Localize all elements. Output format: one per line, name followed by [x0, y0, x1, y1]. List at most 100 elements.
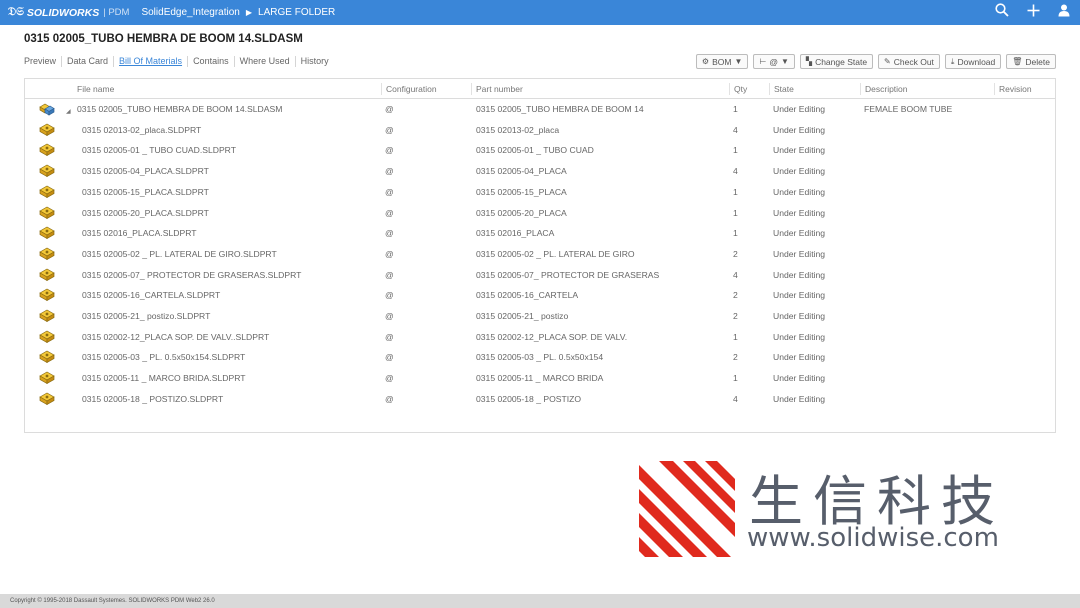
- file-name-cell[interactable]: 0315 02005-20_PLACA.SLDPRT: [82, 208, 209, 218]
- file-name-cell[interactable]: 0315 02005-11 _ MARCO BRIDA.SLDPRT: [82, 373, 246, 383]
- download-button[interactable]: ⤓ Download: [944, 54, 1002, 69]
- collapse-arrow-icon[interactable]: ◢: [66, 108, 71, 115]
- table-row[interactable]: 0315 02005-20_PLACA.SLDPRT @0315 02005-20…: [25, 203, 1055, 224]
- check-out-button[interactable]: ✎ Check Out: [878, 54, 940, 69]
- table-row[interactable]: 0315 02005-07_ PROTECTOR DE GRASERAS.SLD…: [25, 265, 1055, 286]
- part-number-cell: 0315 02005-18 _ POSTIZO: [476, 393, 582, 404]
- column-header-state[interactable]: State: [769, 83, 859, 95]
- file-name-cell[interactable]: 0315 02005-03 _ PL. 0.5x50x154.SLDPRT: [82, 352, 245, 362]
- file-name-cell[interactable]: 0315 02005-18 _ POSTIZO.SLDPRT: [82, 394, 223, 404]
- action-toolbar: ⚙ BOM ▼ ⊢ @ ▼ ▚ Change State ✎ Check Out…: [695, 54, 1056, 69]
- user-icon[interactable]: [1058, 4, 1070, 17]
- part-file-icon: [39, 226, 55, 241]
- solidwise-logo-icon: [639, 461, 735, 557]
- table-row[interactable]: 0315 02005-04_PLACA.SLDPRT @0315 02005-04…: [25, 161, 1055, 182]
- table-row[interactable]: 0315 02002-12_PLACA SOP. DE VALV..SLDPRT…: [25, 327, 1055, 348]
- page-title: 0315 02005_TUBO HEMBRA DE BOOM 14.SLDASM: [24, 33, 303, 45]
- gear-icon: ⚙: [701, 57, 710, 66]
- solidworks-logo[interactable]: 𝔇𝔖 SOLIDWORKS | PDM: [0, 6, 129, 19]
- part-number-cell: 0315 02016_PLACA: [476, 228, 555, 239]
- table-row[interactable]: 0315 02005-11 _ MARCO BRIDA.SLDPRT @0315 …: [25, 368, 1055, 389]
- column-header-description[interactable]: Description: [860, 83, 994, 95]
- file-name-cell[interactable]: 0315 02005-16_CARTELA.SLDPRT: [82, 290, 220, 300]
- table-row[interactable]: ◢ 0315 02005_TUBO HEMBRA DE BOOM 14.SLDAS…: [25, 99, 1055, 120]
- part-file-icon: [39, 392, 55, 407]
- configuration-cell: @: [385, 311, 394, 321]
- table-row[interactable]: 0315 02005-01 _ TUBO CUAD.SLDPRT @0315 02…: [25, 140, 1055, 161]
- table-row[interactable]: 0315 02005-15_PLACA.SLDPRT @0315 02005-15…: [25, 182, 1055, 203]
- delete-label: Delete: [1025, 56, 1050, 67]
- table-row[interactable]: 0315 02005-03 _ PL. 0.5x50x154.SLDPRT @03…: [25, 347, 1055, 368]
- tab-preview[interactable]: Preview: [24, 56, 63, 67]
- table-row[interactable]: 0315 02005-02 _ PL. LATERAL DE GIRO.SLDP…: [25, 244, 1055, 265]
- column-header-configuration[interactable]: Configuration: [381, 83, 465, 95]
- column-header-qty[interactable]: Qty: [729, 83, 769, 95]
- breadcrumb-item-vault[interactable]: SolidEdge_Integration: [141, 7, 239, 18]
- state-cell: Under Editing: [773, 186, 826, 197]
- file-name-cell[interactable]: 0315 02016_PLACA.SLDPRT: [82, 228, 197, 238]
- file-name-cell[interactable]: 0315 02005-02 _ PL. LATERAL DE GIRO.SLDP…: [82, 249, 277, 259]
- part-file-icon: [39, 268, 55, 283]
- part-file-icon: [39, 143, 55, 158]
- change-state-button[interactable]: ▚ Change State: [799, 54, 874, 69]
- top-icons: [995, 3, 1070, 17]
- qty-cell: 1: [733, 207, 738, 218]
- column-header-file-name[interactable]: File name: [73, 83, 375, 95]
- pencil-icon: ✎: [884, 57, 891, 66]
- tab-contains[interactable]: Contains: [188, 56, 235, 67]
- tab-where-used[interactable]: Where Used: [235, 56, 296, 67]
- part-file-icon: [39, 330, 55, 345]
- table-row[interactable]: 0315 02005-18 _ POSTIZO.SLDPRT @0315 0200…: [25, 389, 1055, 410]
- qty-cell: 1: [733, 186, 738, 197]
- part-file-icon: [39, 185, 55, 200]
- top-bar: 𝔇𝔖 SOLIDWORKS | PDM SolidEdge_Integratio…: [0, 0, 1080, 25]
- file-name-cell[interactable]: 0315 02002-12_PLACA SOP. DE VALV..SLDPRT: [82, 332, 269, 342]
- file-name-cell[interactable]: 0315 02005-21_ postizo.SLDPRT: [82, 311, 210, 321]
- configuration-cell: @: [385, 228, 394, 239]
- bom-label: BOM: [712, 56, 732, 67]
- part-file-icon: [39, 123, 55, 138]
- part-number-cell: 0315 02005-21_ postizo: [476, 311, 569, 321]
- workflow-icon: ▚: [805, 57, 813, 66]
- column-header-revision[interactable]: Revision: [994, 83, 1054, 95]
- ds-logo-icon: 𝔇𝔖: [8, 6, 24, 18]
- tab-bill-of-materials[interactable]: Bill Of Materials: [114, 56, 189, 67]
- column-header-part-number[interactable]: Part number: [471, 83, 727, 95]
- bom-dropdown-button[interactable]: ⚙ BOM ▼: [695, 54, 749, 69]
- configuration-cell: @: [385, 166, 394, 177]
- tab-data-card[interactable]: Data Card: [62, 56, 115, 67]
- part-number-cell: 0315 02005-01 _ TUBO CUAD: [476, 145, 594, 156]
- table-row[interactable]: 0315 02005-21_ postizo.SLDPRT @0315 02005…: [25, 306, 1055, 327]
- part-file-icon: [39, 288, 55, 303]
- configuration-cell: @: [385, 331, 394, 342]
- tab-history[interactable]: History: [296, 56, 334, 67]
- configuration-cell: @: [385, 269, 394, 280]
- file-name-cell[interactable]: 0315 02013-02_placa.SLDPRT: [82, 125, 201, 135]
- search-icon[interactable]: [995, 3, 1009, 17]
- table-row[interactable]: 0315 02016_PLACA.SLDPRT @0315 02016_PLACA…: [25, 223, 1055, 244]
- table-row[interactable]: 0315 02013-02_placa.SLDPRT @0315 02013-02…: [25, 120, 1055, 141]
- file-name-cell[interactable]: 0315 02005-07_ PROTECTOR DE GRASERAS.SLD…: [82, 270, 301, 280]
- delete-button[interactable]: 🗑 Delete: [1006, 54, 1056, 69]
- add-icon[interactable]: [1027, 4, 1040, 17]
- file-name-cell[interactable]: 0315 02005-01 _ TUBO CUAD.SLDPRT: [82, 145, 236, 155]
- part-number-cell: 0315 02005-02 _ PL. LATERAL DE GIRO: [476, 248, 635, 259]
- breadcrumb: SolidEdge_Integration ▶ LARGE FOLDER: [141, 7, 335, 18]
- state-cell: Under Editing: [773, 393, 826, 404]
- qty-cell: 2: [733, 352, 738, 363]
- state-cell: Under Editing: [773, 104, 826, 114]
- bom-table: File name Configuration Part number Qty …: [24, 78, 1056, 433]
- file-name-cell[interactable]: 0315 02005-04_PLACA.SLDPRT: [82, 166, 209, 176]
- assembly-file-icon: [39, 102, 55, 118]
- configuration-icon: ⊢: [759, 57, 767, 66]
- configuration-dropdown-button[interactable]: ⊢ @ ▼: [753, 54, 795, 69]
- breadcrumb-item-folder[interactable]: LARGE FOLDER: [258, 7, 335, 18]
- file-name-cell[interactable]: 0315 02005-15_PLACA.SLDPRT: [82, 187, 209, 197]
- table-row[interactable]: 0315 02005-16_CARTELA.SLDPRT @0315 02005-…: [25, 285, 1055, 306]
- file-name-cell[interactable]: 0315 02005_TUBO HEMBRA DE BOOM 14.SLDASM: [77, 104, 282, 114]
- qty-cell: 1: [733, 104, 738, 114]
- state-cell: Under Editing: [773, 352, 826, 363]
- state-cell: Under Editing: [773, 248, 826, 259]
- part-number-cell: 0315 02005_TUBO HEMBRA DE BOOM 14: [476, 104, 644, 114]
- qty-cell: 2: [733, 248, 738, 259]
